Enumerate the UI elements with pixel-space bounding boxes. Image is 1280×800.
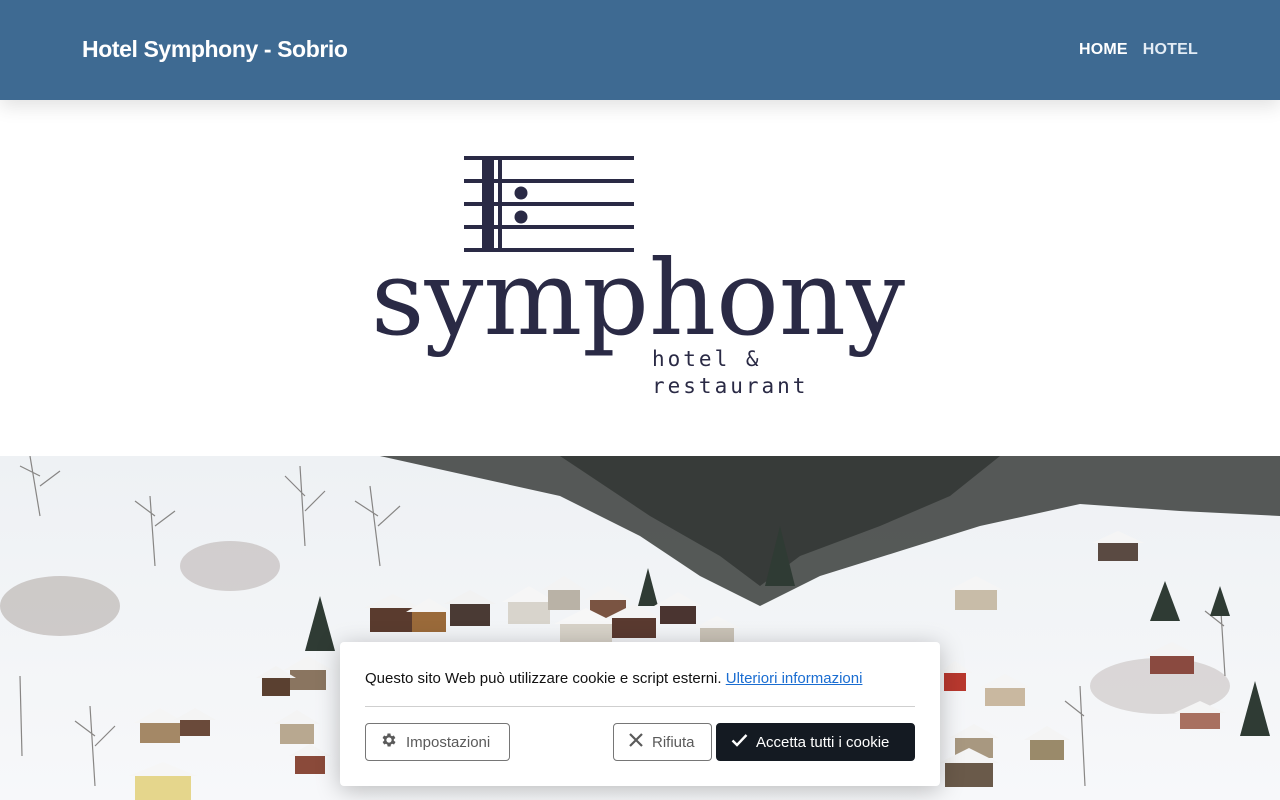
checkmark-icon xyxy=(731,732,748,752)
logo-wordmark: symphony xyxy=(371,237,905,359)
nav-item-home[interactable]: HOME xyxy=(1079,41,1128,59)
cookie-message-text: Questo sito Web può utilizzare cookie e … xyxy=(365,670,722,687)
reject-button[interactable]: Rifiuta xyxy=(613,723,712,761)
site-title-link[interactable]: Hotel Symphony - Sobrio xyxy=(82,36,348,63)
reject-button-label: Rifiuta xyxy=(652,733,695,751)
settings-button[interactable]: Impostazioni xyxy=(365,723,510,761)
close-icon xyxy=(628,732,644,752)
settings-button-label: Impostazioni xyxy=(406,733,491,751)
logo-line-restaurant: restaurant xyxy=(652,374,808,398)
accept-all-button-label: Accetta tutti i cookie xyxy=(756,733,890,751)
gear-icon xyxy=(380,731,398,753)
accept-all-button[interactable]: Accetta tutti i cookie xyxy=(716,723,915,761)
site-header: Hotel Symphony - Sobrio HOME HOTEL xyxy=(0,0,1280,100)
cookie-consent-banner: Questo sito Web può utilizzare cookie e … xyxy=(340,642,940,786)
cookie-divider xyxy=(365,706,915,707)
nav-item-hotel[interactable]: HOTEL xyxy=(1143,41,1198,59)
more-info-link[interactable]: Ulteriori informazioni xyxy=(726,670,863,687)
logo-line-hotel: hotel & xyxy=(652,347,762,371)
cookie-message: Questo sito Web può utilizzare cookie e … xyxy=(365,670,862,687)
hotel-logo: symphony hotel & restaurant xyxy=(364,150,914,400)
main-nav: HOME HOTEL xyxy=(1079,41,1198,59)
